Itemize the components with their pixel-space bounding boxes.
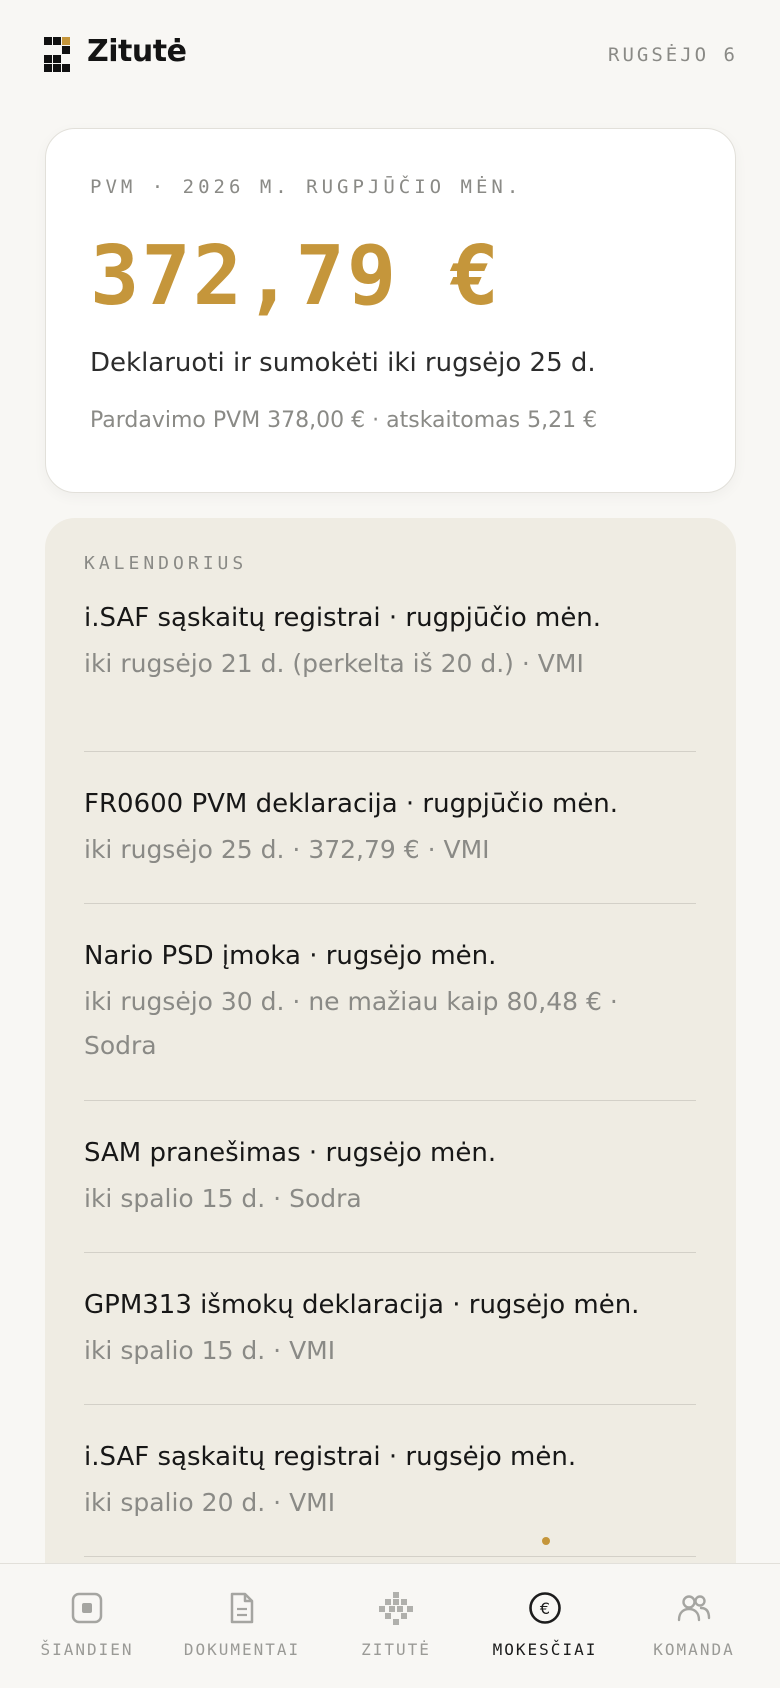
- bottom-nav: ŠIANDIEN DOKUMENTAI ZITUTĖ € MOKESČIAI K…: [0, 1563, 780, 1688]
- nav-item-komanda[interactable]: KOMANDA: [632, 1564, 756, 1688]
- calendar-item-title: Nario PSD įmoka · rugsėjo mėn.: [84, 941, 497, 971]
- vat-deadline: Deklaruoti ir sumokėti iki rugsėjo 25 d.: [90, 348, 596, 378]
- tax-calendar: KALENDORIUS i.SAF sąskaitų registrai · r…: [45, 518, 736, 1688]
- svg-text:€: €: [540, 1599, 550, 1618]
- list-item[interactable]: GPM313 išmokų deklaracija · rugsėjo mėn.…: [84, 1253, 696, 1405]
- list-item[interactable]: Nario PSD įmoka · rugsėjo mėn. iki rugsė…: [84, 904, 696, 1101]
- current-date: RUGSĖJO 6: [608, 44, 738, 66]
- list-item[interactable]: i.SAF sąskaitų registrai · rugpjūčio mėn…: [84, 600, 696, 752]
- calendar-list: i.SAF sąskaitų registrai · rugpjūčio mėn…: [84, 600, 696, 1557]
- calendar-item-meta: iki spalio 15 d. · Sodra: [84, 1184, 362, 1213]
- today-icon: [71, 1592, 103, 1624]
- nav-label: DOKUMENTAI: [183, 1640, 301, 1659]
- calendar-item-title: FR0600 PVM deklaracija · rugpjūčio mėn.: [84, 789, 619, 819]
- nav-item-siandien[interactable]: ŠIANDIEN: [14, 1564, 160, 1688]
- nav-label: KOMANDA: [653, 1640, 735, 1659]
- list-item[interactable]: FR0600 PVM deklaracija · rugpjūčio mėn. …: [84, 752, 696, 904]
- vat-breakdown: Pardavimo PVM 378,00 € · atskaitomas 5,2…: [90, 408, 598, 433]
- calendar-item-meta: iki spalio 20 d. · VMI: [84, 1488, 336, 1517]
- calendar-item-title: SAM pranešimas · rugsėjo mėn.: [84, 1138, 497, 1168]
- nav-item-dokumentai[interactable]: DOKUMENTAI: [168, 1564, 316, 1688]
- vat-amount: 372,79 €: [90, 229, 501, 324]
- calendar-item-title: i.SAF sąskaitų registrai · rugpjūčio mėn…: [84, 603, 602, 633]
- list-item[interactable]: SAM pranešimas · rugsėjo mėn. iki spalio…: [84, 1101, 696, 1253]
- calendar-item-meta: iki rugsėjo 25 d. · 372,79 € · VMI: [84, 835, 490, 864]
- calendar-item-title: i.SAF sąskaitų registrai · rugsėjo mėn.: [84, 1442, 577, 1472]
- calendar-item-title: GPM313 išmokų deklaracija · rugsėjo mėn.: [84, 1290, 640, 1320]
- nav-item-zitute[interactable]: ZITUTĖ: [330, 1564, 462, 1688]
- calendar-item-meta: iki spalio 15 d. · VMI: [84, 1336, 336, 1365]
- app-brand: Zitutė: [87, 34, 187, 69]
- document-icon: [230, 1592, 254, 1624]
- app-header: Zitutė RUGSĖJO 6: [0, 0, 780, 112]
- zitute-icon: [379, 1592, 413, 1625]
- vat-summary-card[interactable]: PVM · 2026 M. RUGPJŪČIO MĖN. 372,79 € De…: [45, 128, 736, 493]
- calendar-item-meta: iki rugsėjo 30 d. · ne mažiau kaip 80,48…: [84, 987, 618, 1060]
- nav-item-mokesciai[interactable]: € MOKESČIAI: [470, 1564, 620, 1688]
- list-item[interactable]: i.SAF sąskaitų registrai · rugsėjo mėn. …: [84, 1405, 696, 1557]
- team-icon: [677, 1595, 711, 1622]
- summary-period-label: PVM · 2026 M. RUGPJŪČIO MĖN.: [90, 176, 523, 198]
- euro-icon: €: [529, 1592, 561, 1624]
- nav-label: ŠIANDIEN: [40, 1640, 134, 1659]
- logo-icon: [44, 37, 70, 72]
- calendar-title: KALENDORIUS: [84, 553, 248, 574]
- calendar-item-meta: iki rugsėjo 21 d. (perkelta iš 20 d.) · …: [84, 649, 584, 678]
- nav-label: ZITUTĖ: [361, 1640, 431, 1659]
- active-indicator: [542, 1537, 550, 1545]
- nav-label: MOKESČIAI: [492, 1640, 598, 1659]
